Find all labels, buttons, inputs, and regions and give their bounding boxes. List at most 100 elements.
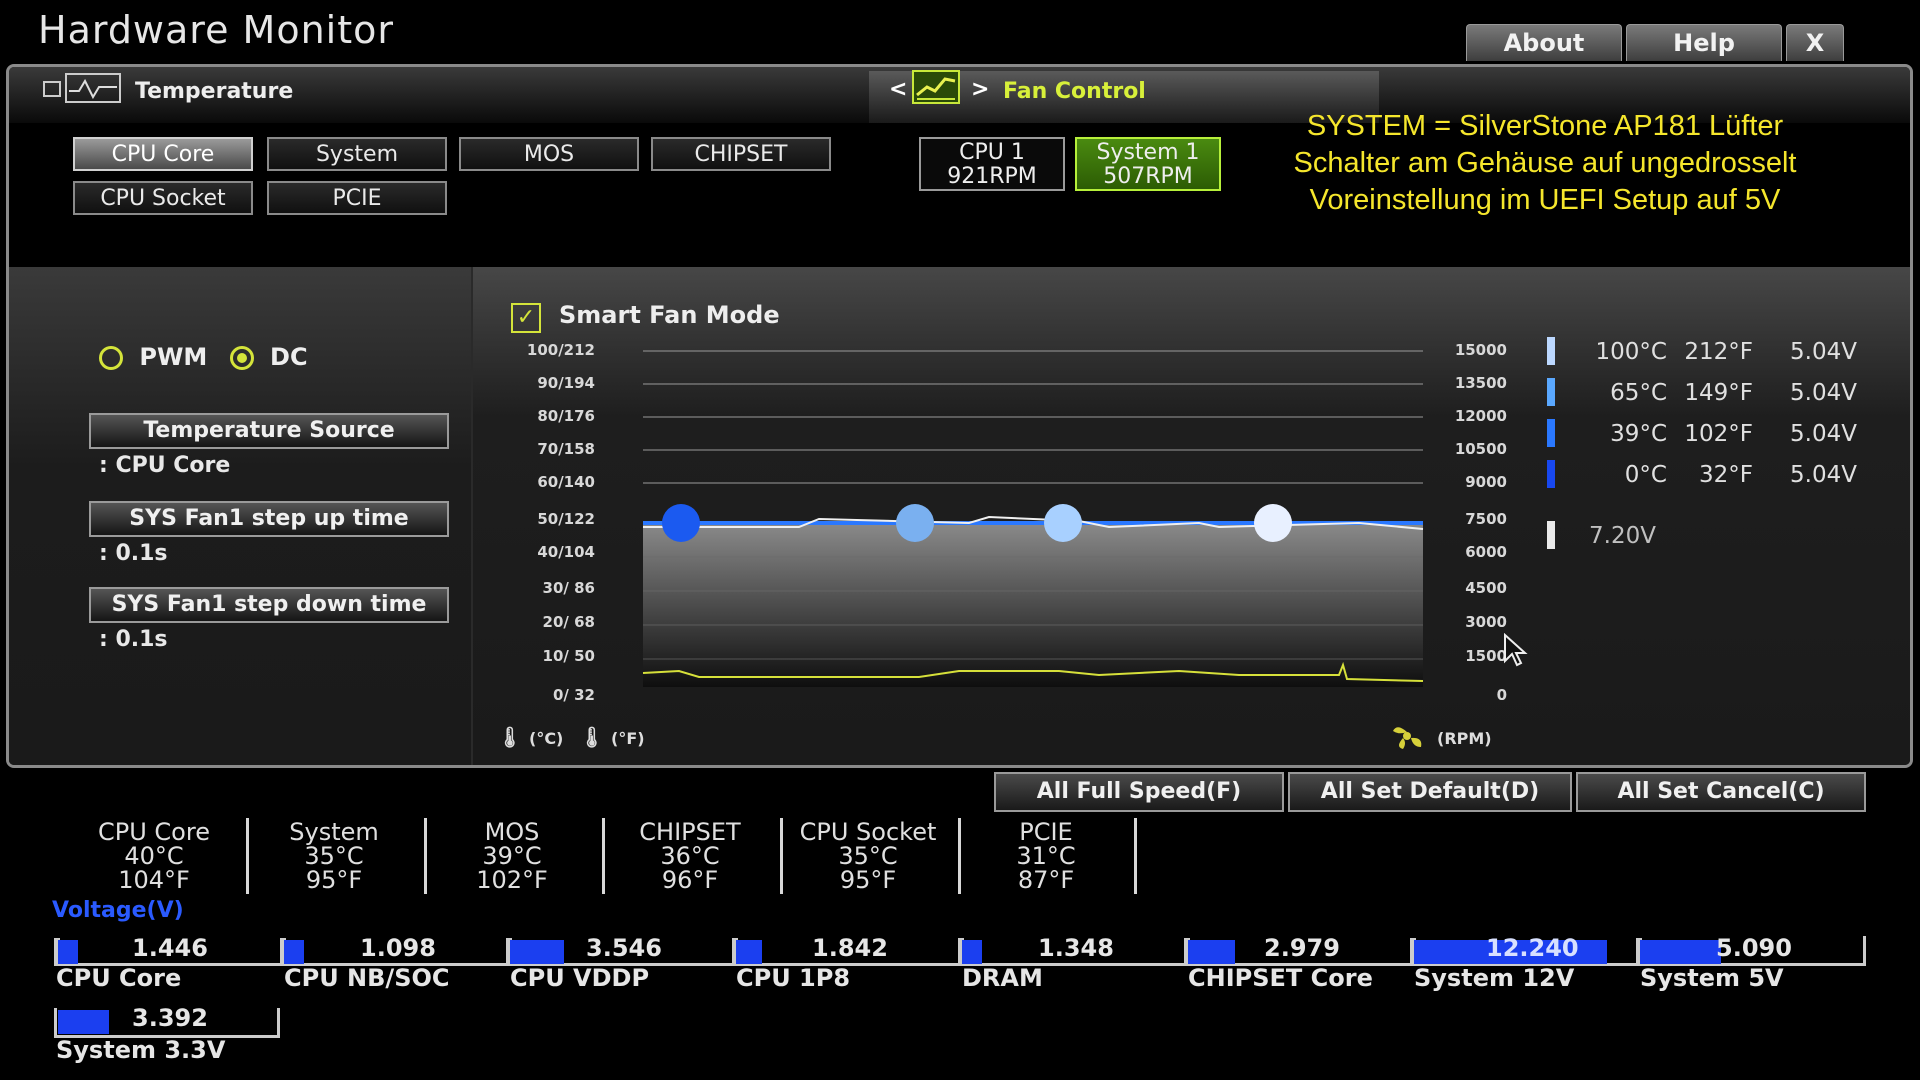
step-down-time-value: : 0.1s [99, 627, 168, 652]
legend-temp-c: 39°C [1610, 421, 1667, 447]
dc-radio[interactable] [229, 346, 254, 370]
window-title: Hardware Monitor [38, 8, 394, 52]
voltage-value: 5.090 [1716, 934, 1792, 962]
temp-c: 39°C [482, 842, 542, 870]
y-tick-label: 0/ 32 [552, 686, 595, 704]
voltage-bar-cpu-vddp [510, 940, 564, 964]
voltage-value: 1.446 [132, 934, 208, 962]
temp-tab-system[interactable]: System [267, 137, 447, 171]
voltage-name: CPU NB/SOC [284, 964, 450, 992]
help-button[interactable]: Help [1626, 24, 1782, 61]
close-button[interactable]: X [1786, 24, 1844, 61]
voltage-value: 3.392 [132, 1004, 208, 1032]
legend-color-bar [1547, 378, 1555, 406]
voltage-bar-cpu-core [58, 940, 78, 964]
voltage-name: CHIPSET Core [1188, 964, 1373, 992]
step-up-time-button[interactable]: SYS Fan1 step up time [89, 501, 449, 537]
unit-rpm: (RPM) [1437, 729, 1492, 748]
y-tick-label: 90/194 [537, 374, 595, 392]
rpm-tick-label: 10500 [1454, 440, 1507, 458]
all-set-cancel-button[interactable]: All Set Cancel(C) [1576, 772, 1866, 812]
voltage-bar-cpu-1p8 [736, 940, 762, 964]
voltage-name: CPU VDDP [510, 964, 650, 992]
fan-icon [1393, 727, 1422, 749]
temperature-source-button[interactable]: Temperature Source [89, 413, 449, 449]
fan-button-system1[interactable]: System 1 507RPM [1075, 137, 1221, 191]
voltage-name: System 12V [1414, 964, 1575, 992]
y-tick-label: 10/ 50 [542, 647, 595, 665]
temp-f: 96°F [661, 866, 719, 894]
fan-rpm: 921RPM [947, 164, 1037, 189]
y-tick-label: 70/158 [537, 440, 595, 458]
y-tick-label: 100/212 [526, 341, 595, 359]
rpm-tick-label: 13500 [1454, 374, 1507, 392]
divider [1134, 818, 1137, 894]
legend-temp-f: 149°F [1684, 380, 1753, 406]
rpm-tick-label: 15000 [1454, 341, 1507, 359]
next-arrow-icon[interactable]: > [971, 77, 989, 102]
rpm-tick-label: 4500 [1465, 579, 1507, 597]
smart-fan-checkbox[interactable]: ✓ [511, 303, 541, 333]
curve-point-65c [1044, 504, 1082, 542]
fan-button-cpu1[interactable]: CPU 1 921RPM [919, 137, 1065, 191]
all-full-speed-button[interactable]: All Full Speed(F) [994, 772, 1284, 812]
thermometer-icon: 🌡 [497, 725, 523, 749]
rpm-tick-label: 12000 [1454, 407, 1507, 425]
temp-tab-mos[interactable]: MOS [459, 137, 639, 171]
legend-color-bar [1547, 521, 1555, 549]
curve-point-100c [1254, 504, 1292, 542]
temp-name: CHIPSET [639, 818, 741, 846]
temp-c: 35°C [304, 842, 364, 870]
step-down-time-button[interactable]: SYS Fan1 step down time [89, 587, 449, 623]
legend-color-bar [1547, 460, 1555, 488]
legend-temp-f: 102°F [1684, 421, 1753, 447]
pwm-label: PWM [139, 343, 208, 371]
temp-c: 36°C [660, 842, 720, 870]
curve-point-39c [896, 504, 934, 542]
fan-name: CPU 1 [959, 140, 1025, 165]
fan-control-label: Fan Control [1003, 79, 1146, 104]
temp-name: CPU Socket [799, 818, 937, 846]
temp-tab-pcie[interactable]: PCIE [267, 181, 447, 215]
fan-curve-graph[interactable] [639, 337, 1429, 697]
temp-tab-chipset[interactable]: CHIPSET [651, 137, 831, 171]
rpm-tick-label: 7500 [1465, 510, 1507, 528]
temp-f: 102°F [476, 866, 548, 894]
annotation-line-1: SYSTEM = SilverStone AP181 Lüfter [1306, 110, 1784, 142]
temp-f: 95°F [839, 866, 897, 894]
prev-arrow-icon[interactable]: < [889, 77, 907, 102]
legend-temp-c: 100°C [1595, 339, 1667, 365]
voltage-bar-dram [962, 940, 982, 964]
curve-area [643, 523, 1423, 687]
all-set-default-button[interactable]: All Set Default(D) [1288, 772, 1572, 812]
about-button[interactable]: About [1466, 24, 1622, 61]
y-tick-label: 50/122 [537, 510, 595, 528]
voltage-value: 1.348 [1038, 934, 1114, 962]
legend-voltage: 5.04V [1790, 421, 1857, 447]
y-tick-label: 40/104 [537, 543, 595, 561]
legend-temp-f: 32°F [1699, 462, 1753, 488]
voltage-value: 12.240 [1486, 934, 1579, 962]
unit-fahrenheit: (°F) [611, 729, 645, 748]
voltage-label: Voltage(V) [52, 898, 184, 923]
temperature-graph-icon [65, 73, 121, 103]
mode-selector: PWM DC [99, 343, 308, 371]
grid-lines [643, 350, 1423, 484]
temp-c: 31°C [1016, 842, 1076, 870]
rpm-tick-label: 3000 [1465, 613, 1507, 631]
legend-color-bar [1547, 419, 1555, 447]
dc-label: DC [270, 343, 308, 371]
rpm-tick-label: 0 [1496, 686, 1507, 704]
voltage-name: System 3.3V [56, 1036, 226, 1064]
thermometer-icon: 🌡 [579, 725, 605, 749]
pwm-radio[interactable] [99, 346, 123, 370]
y-tick-label: 30/ 86 [542, 579, 595, 597]
temp-c: 40°C [124, 842, 184, 870]
voltage-value: 1.098 [360, 934, 436, 962]
temp-tab-cpu-socket[interactable]: CPU Socket [73, 181, 253, 215]
voltage-name: CPU 1P8 [736, 964, 851, 992]
temp-tab-cpu-core[interactable]: CPU Core [73, 137, 253, 171]
collapse-icon[interactable] [43, 81, 61, 97]
temp-f: 87°F [1017, 866, 1075, 894]
legend-voltage: 5.04V [1790, 462, 1857, 488]
